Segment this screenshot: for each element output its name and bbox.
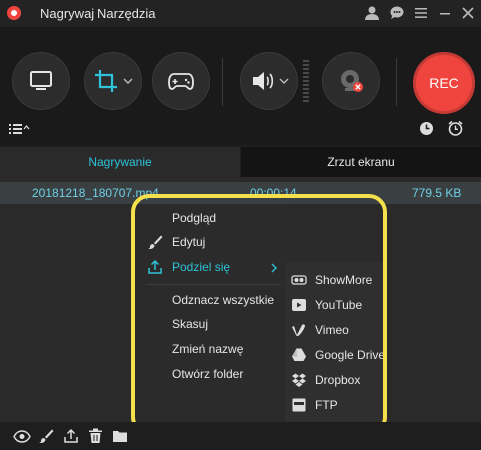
toolbar-divider: [222, 58, 223, 106]
audio-button[interactable]: [240, 52, 298, 110]
brush-icon: [148, 235, 163, 249]
webcam-off-icon: [341, 70, 363, 92]
share-item-ftp[interactable]: FTP: [285, 393, 386, 417]
dropbox-icon: [292, 373, 306, 387]
menu-item-rename[interactable]: Zmień nazwę: [138, 337, 289, 361]
google-drive-icon: [292, 348, 306, 361]
menu-record[interactable]: Nagrywaj: [40, 6, 94, 21]
chevron-down-icon: [279, 78, 288, 84]
ftp-icon: [292, 398, 306, 412]
menu-item-label: Edytuj: [172, 235, 206, 249]
menu-item-share[interactable]: Podziel się: [138, 255, 289, 279]
chevron-down-icon: [123, 78, 133, 84]
share-item-showmore[interactable]: ShowMore: [285, 268, 386, 292]
screen-capture-button[interactable]: [12, 52, 70, 110]
folder-icon[interactable]: [112, 429, 129, 443]
crop-icon: [95, 70, 117, 92]
speaker-icon: [252, 72, 273, 90]
gamepad-icon: [168, 73, 194, 90]
menu-lines-icon[interactable]: [413, 5, 429, 21]
volume-meter: [303, 60, 309, 104]
tab-recording[interactable]: Nagrywanie: [0, 147, 240, 177]
chevron-right-icon: [271, 263, 277, 273]
share-item-google-drive[interactable]: Google Drive: [285, 343, 386, 367]
game-capture-button[interactable]: [152, 52, 210, 110]
menu-item-edit[interactable]: Edytuj: [138, 230, 289, 254]
upload-icon[interactable]: [63, 428, 79, 444]
user-icon[interactable]: [364, 5, 380, 21]
share-item-label: Dropbox: [315, 373, 361, 387]
app-logo-icon: [7, 6, 21, 20]
menu-item-label: Podgląd: [172, 211, 217, 225]
alarm-icon[interactable]: [447, 120, 464, 137]
toolbar-divider: [396, 58, 397, 106]
menu-item-label: Zmień nazwę: [172, 342, 244, 356]
share-item-youtube[interactable]: YouTube: [285, 293, 386, 317]
file-size: 779.5 KB: [412, 186, 462, 200]
menu-item-label: Otwórz folder: [172, 367, 244, 381]
trash-icon[interactable]: [88, 428, 103, 444]
eye-icon[interactable]: [13, 430, 31, 443]
share-item-dropbox[interactable]: Dropbox: [285, 368, 386, 392]
vimeo-icon: [292, 324, 305, 337]
list-view-icon[interactable]: [8, 122, 30, 136]
menu-item-label: Podziel się: [172, 260, 231, 274]
region-capture-button[interactable]: [84, 52, 142, 110]
tab-screenshot[interactable]: Zrzut ekranu: [241, 147, 481, 177]
webcam-button[interactable]: [322, 52, 380, 110]
menu-item-preview[interactable]: Podgląd: [138, 206, 289, 230]
share-item-label: Vimeo: [315, 323, 349, 337]
share-item-label: ShowMore: [315, 273, 373, 287]
menu-divider: [146, 284, 281, 285]
menu-tools[interactable]: Narzędzia: [97, 6, 156, 21]
share-item-vimeo[interactable]: Vimeo: [285, 318, 386, 342]
upload-icon: [148, 259, 162, 274]
close-icon[interactable]: [460, 5, 476, 21]
menu-item-label: Skasuj: [172, 317, 209, 331]
youtube-icon: [292, 299, 306, 311]
share-item-label: FTP: [315, 398, 338, 412]
menu-item-delete[interactable]: Skasuj: [138, 312, 289, 336]
menu-item-label: Odznacz wszystkie: [172, 293, 275, 307]
share-item-label: YouTube: [315, 298, 363, 312]
file-duration: 00:00:14: [250, 186, 297, 200]
minimize-icon[interactable]: [437, 5, 453, 21]
table-row[interactable]: 20181218_180707.mp4 00:00:14 779.5 KB: [0, 182, 481, 204]
share-submenu: ShowMore YouTube Vimeo Google Drive Drop…: [285, 262, 386, 426]
file-name: 20181218_180707.mp4: [32, 186, 159, 200]
menu-item-open-folder[interactable]: Otwórz folder: [138, 362, 289, 386]
clock-icon[interactable]: [419, 121, 434, 136]
showmore-icon: [291, 275, 307, 285]
chat-icon[interactable]: [389, 5, 405, 21]
menu-item-select-all[interactable]: Odznacz wszystkie: [138, 288, 289, 312]
rec-button[interactable]: REC: [413, 52, 475, 114]
monitor-icon: [30, 71, 52, 90]
context-menu: Podgląd Edytuj Podziel się Odznacz wszys…: [138, 204, 289, 392]
share-item-label: Google Drive: [315, 348, 386, 362]
brush-icon[interactable]: [38, 428, 54, 444]
